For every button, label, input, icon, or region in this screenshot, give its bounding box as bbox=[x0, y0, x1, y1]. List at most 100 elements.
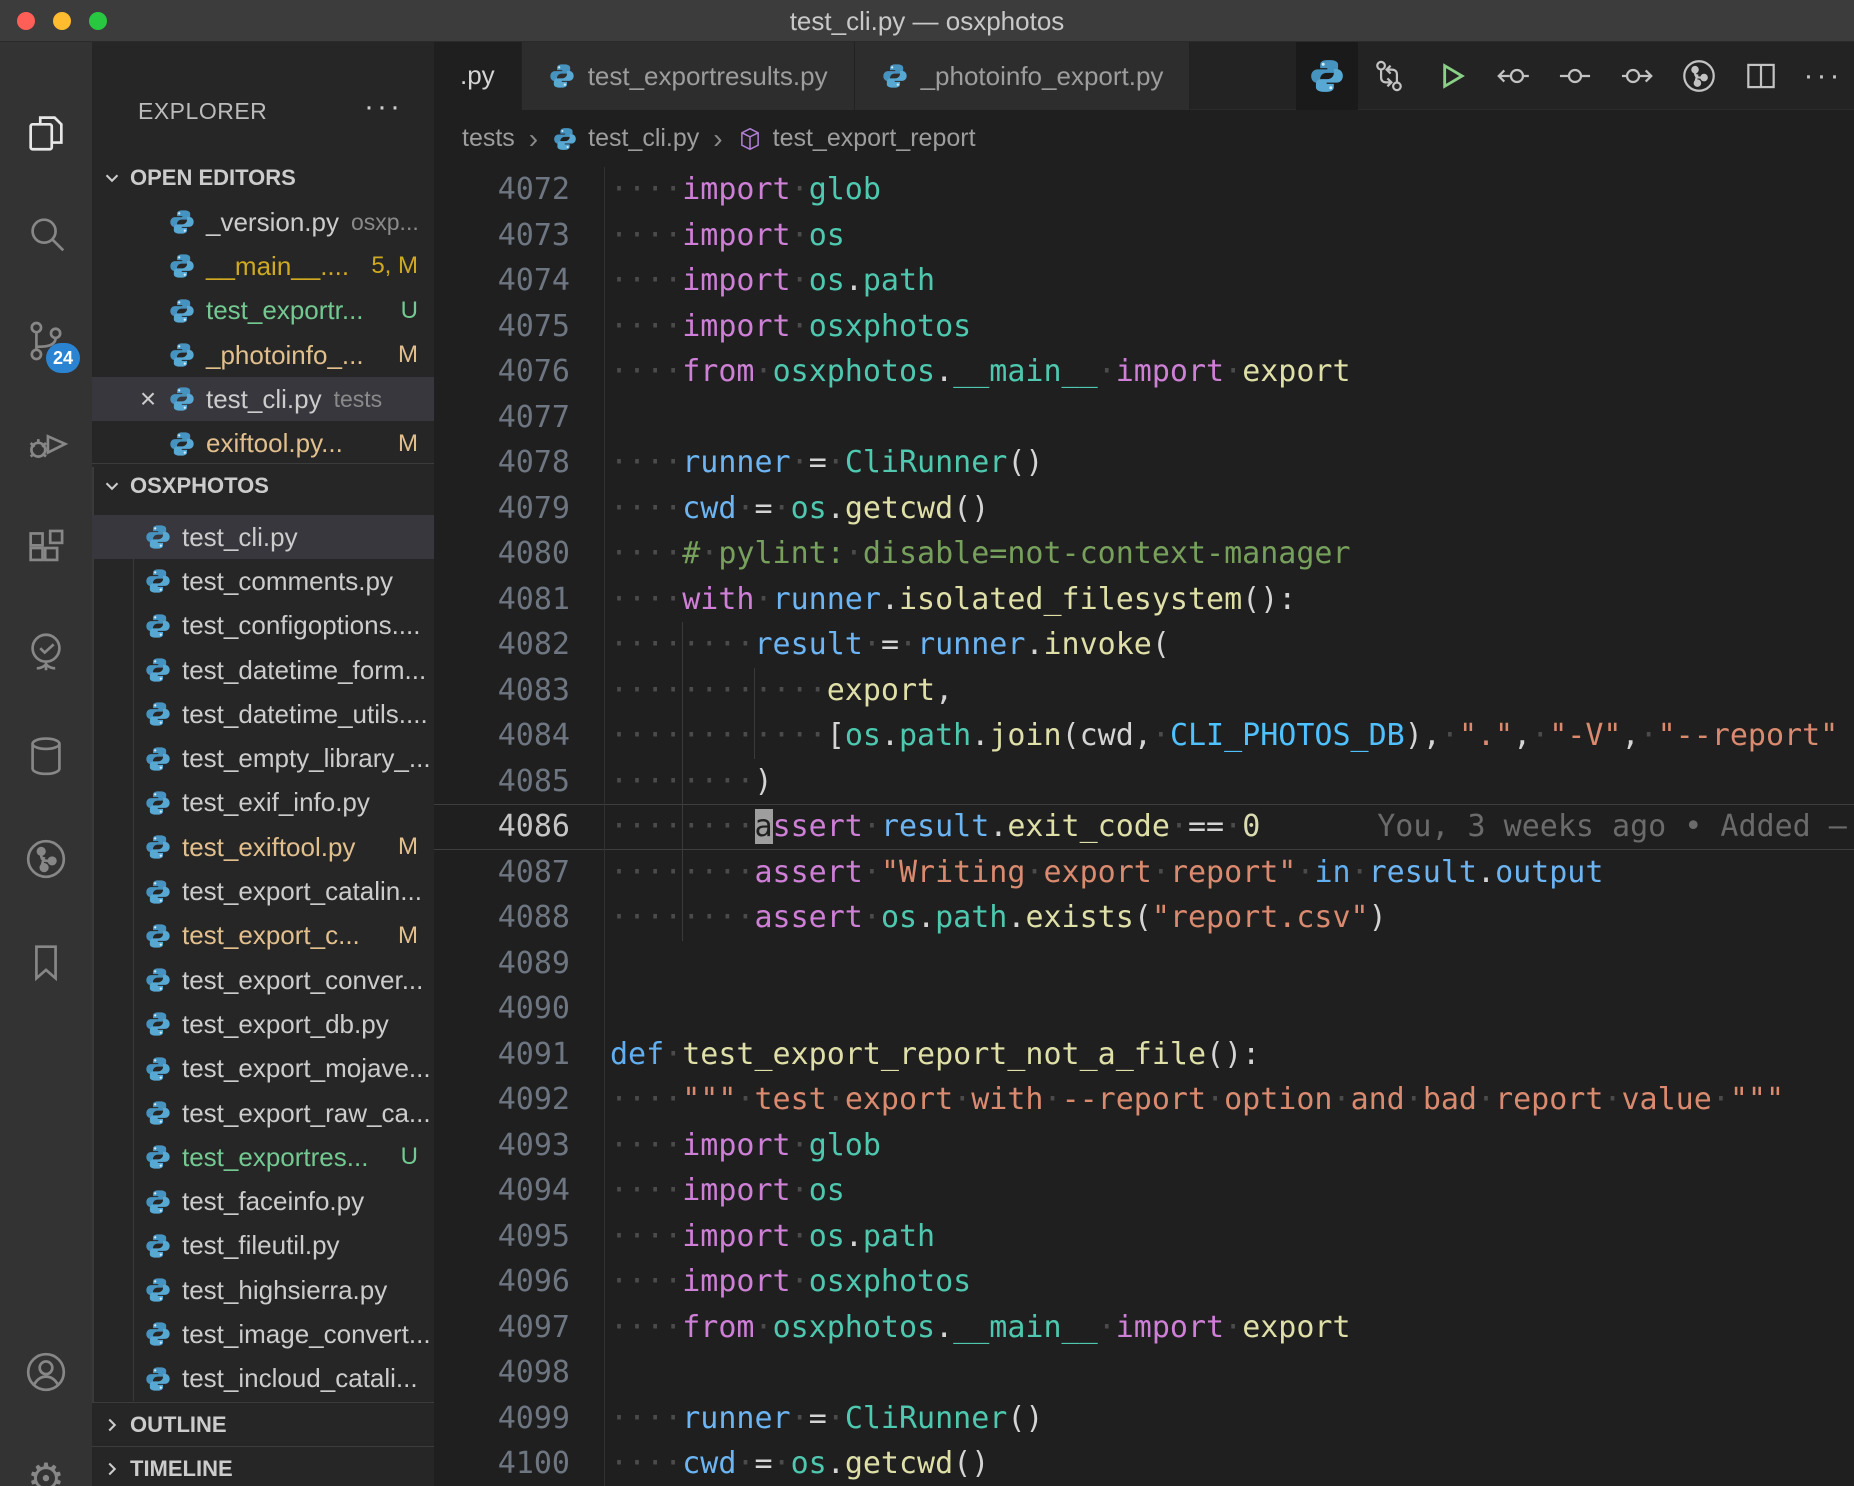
code-line[interactable]: 4073····import·os bbox=[434, 213, 1854, 259]
code-line[interactable]: 4098 bbox=[434, 1350, 1854, 1396]
close-icon[interactable]: × bbox=[134, 383, 162, 415]
breadcrumb-item[interactable]: test_cli.py bbox=[588, 124, 699, 153]
section-timeline[interactable]: TIMELINE bbox=[92, 1446, 434, 1486]
file-row[interactable]: test_configoptions.... bbox=[92, 604, 434, 648]
code-line[interactable]: 4085········) bbox=[434, 759, 1854, 805]
code-line[interactable]: 4080····#·pylint:·disable=not-context-ma… bbox=[434, 531, 1854, 577]
test-tree-icon[interactable] bbox=[0, 628, 92, 676]
code-line[interactable]: 4100····cwd·=·os.getcwd() bbox=[434, 1441, 1854, 1486]
line-number: 4092 bbox=[434, 1077, 610, 1123]
code-line[interactable]: 4075····import·osxphotos bbox=[434, 304, 1854, 350]
code-line[interactable]: 4081····with·runner.isolated_filesystem(… bbox=[434, 577, 1854, 623]
file-row[interactable]: test_exif_info.py bbox=[92, 781, 434, 825]
code-line[interactable]: 4096····import·osxphotos bbox=[434, 1259, 1854, 1305]
account-icon[interactable] bbox=[0, 1348, 92, 1396]
code-line[interactable]: 4079····cwd·=·os.getcwd() bbox=[434, 486, 1854, 532]
code-line[interactable]: 4074····import·os.path bbox=[434, 258, 1854, 304]
code-line[interactable]: 4093····import·glob bbox=[434, 1123, 1854, 1169]
file-row[interactable]: test_export_catalin... bbox=[92, 869, 434, 913]
run-file-icon[interactable] bbox=[1420, 42, 1482, 110]
code-line[interactable]: 4099····runner·=·CliRunner() bbox=[434, 1396, 1854, 1442]
open-editor-row[interactable]: test_exportr...U bbox=[92, 289, 434, 333]
source-control-icon[interactable]: 24 bbox=[0, 317, 92, 365]
file-row[interactable]: test_export_c...M bbox=[92, 914, 434, 958]
code-token: ( bbox=[1134, 900, 1152, 935]
section-outline[interactable]: OUTLINE bbox=[92, 1402, 434, 1447]
file-name: test_exportr... bbox=[206, 295, 364, 326]
code-line[interactable]: 4088········assert·os.path.exists("repor… bbox=[434, 895, 1854, 941]
code-line[interactable]: 4084············[os.path.join(cwd,·CLI_P… bbox=[434, 713, 1854, 759]
file-row[interactable]: test_highsierra.py bbox=[92, 1268, 434, 1312]
section-osxphotos[interactable]: OSXPHOTOS bbox=[92, 463, 434, 508]
file-row[interactable]: test_export_db.py bbox=[92, 1002, 434, 1046]
bookmark-icon[interactable] bbox=[0, 939, 92, 987]
python-file-icon bbox=[168, 252, 196, 280]
file-name: test_datetime_form... bbox=[182, 655, 426, 686]
file-row[interactable]: test_export_conver... bbox=[92, 958, 434, 1002]
code-line[interactable]: 4072····import·glob bbox=[434, 167, 1854, 213]
code-line[interactable]: 4095····import·os.path bbox=[434, 1214, 1854, 1260]
code-token: export bbox=[845, 1082, 953, 1117]
file-row[interactable]: test_export_raw_ca... bbox=[92, 1091, 434, 1135]
code-line[interactable]: 4089 bbox=[434, 941, 1854, 987]
code-line[interactable]: 4091def·test_export_report_not_a_file(): bbox=[434, 1032, 1854, 1078]
file-name: test_export_catalin... bbox=[182, 876, 422, 907]
code-line[interactable]: 4097····from·osxphotos.__main__·import·e… bbox=[434, 1305, 1854, 1351]
code-editor[interactable]: 4072····import·glob4073····import·os4074… bbox=[434, 167, 1854, 1486]
file-row[interactable]: test_comments.py bbox=[92, 559, 434, 603]
database-icon[interactable] bbox=[0, 732, 92, 780]
file-row[interactable]: test_fileutil.py bbox=[92, 1224, 434, 1268]
more-actions-icon[interactable]: ··· bbox=[1792, 42, 1854, 110]
code-line[interactable]: 4082········result·=·runner.invoke( bbox=[434, 622, 1854, 668]
file-row[interactable]: test_exportres...U bbox=[92, 1135, 434, 1179]
git-graph-circle-icon[interactable] bbox=[1668, 42, 1730, 110]
open-editor-row[interactable]: _photoinfo_...M bbox=[92, 333, 434, 377]
git-compare-icon[interactable] bbox=[1358, 42, 1420, 110]
run-debug-icon[interactable] bbox=[0, 419, 92, 467]
open-editor-row[interactable]: ×test_cli.pytests bbox=[92, 377, 434, 421]
breadcrumb-item[interactable]: test_export_report bbox=[773, 124, 976, 153]
code-line[interactable]: 4078····runner·=·CliRunner() bbox=[434, 440, 1854, 486]
git-graph-icon[interactable] bbox=[0, 835, 92, 883]
extensions-icon[interactable] bbox=[0, 525, 92, 573]
code-line[interactable]: 4094····import·os bbox=[434, 1168, 1854, 1214]
split-editor-icon[interactable] bbox=[1730, 42, 1792, 110]
file-row[interactable]: test_exiftool.pyM bbox=[92, 825, 434, 869]
search-icon[interactable] bbox=[0, 211, 92, 259]
run-dot-icon[interactable] bbox=[1544, 42, 1606, 110]
python-file-icon bbox=[168, 208, 196, 236]
breadcrumb-item[interactable]: tests bbox=[462, 124, 515, 153]
code-token: . bbox=[845, 263, 863, 298]
open-editor-row[interactable]: _version.pyosxp... bbox=[92, 200, 434, 244]
code-line[interactable]: 4087········assert·"Writing·export·repor… bbox=[434, 850, 1854, 896]
open-editor-row[interactable]: __main__....5, M bbox=[92, 244, 434, 288]
file-row[interactable]: test_empty_library_... bbox=[92, 736, 434, 780]
file-row[interactable]: test_export_mojave... bbox=[92, 1047, 434, 1091]
code-line[interactable]: 4076····from·osxphotos.__main__·import·e… bbox=[434, 349, 1854, 395]
code-token: . bbox=[1007, 900, 1025, 935]
file-row[interactable]: test_faceinfo.py bbox=[92, 1179, 434, 1223]
tab[interactable]: _photoinfo_export.py bbox=[855, 42, 1191, 110]
python-interpreter-icon[interactable] bbox=[1296, 42, 1358, 110]
code-line[interactable]: 4092····"""·test·export·with·--report·op… bbox=[434, 1077, 1854, 1123]
sidebar-more-actions-icon[interactable]: ··· bbox=[364, 90, 403, 124]
file-row[interactable]: test_image_convert... bbox=[92, 1312, 434, 1356]
continue-icon[interactable] bbox=[1606, 42, 1668, 110]
file-row[interactable]: test_incloud_catali... bbox=[92, 1357, 434, 1401]
code-line[interactable]: 4086········assert·result.exit_code·==·0… bbox=[434, 804, 1854, 850]
tab[interactable]: .py bbox=[434, 42, 522, 110]
settings-gear-icon[interactable]: ⚙ bbox=[0, 1454, 92, 1486]
code-token: · bbox=[863, 900, 881, 935]
open-editor-row[interactable]: exiftool.py...M bbox=[92, 421, 434, 465]
section-open-editors[interactable]: OPEN EDITORS bbox=[92, 155, 434, 200]
reverse-continue-icon[interactable] bbox=[1482, 42, 1544, 110]
code-line[interactable]: 4083············export, bbox=[434, 668, 1854, 714]
code-line[interactable]: 4077 bbox=[434, 395, 1854, 441]
code-line[interactable]: 4090 bbox=[434, 986, 1854, 1032]
file-row[interactable]: test_datetime_utils.... bbox=[92, 692, 434, 736]
tab[interactable]: test_exportresults.py bbox=[522, 42, 855, 110]
file-row[interactable]: test_datetime_form... bbox=[92, 648, 434, 692]
explorer-icon[interactable] bbox=[0, 108, 92, 156]
code-token: · bbox=[791, 1219, 809, 1254]
file-row[interactable]: test_cli.py bbox=[92, 515, 434, 559]
